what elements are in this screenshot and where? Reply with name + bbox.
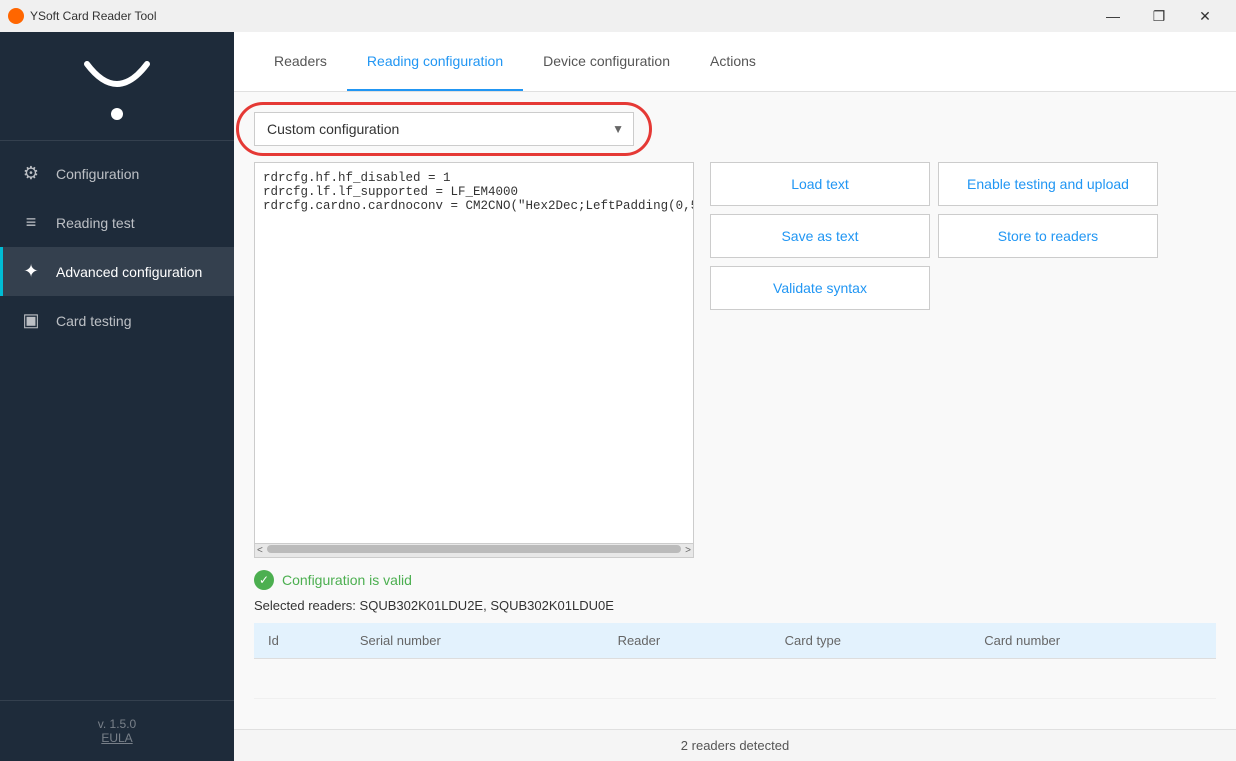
col-serial-number: Serial number: [346, 623, 604, 659]
maximize-button[interactable]: ❐: [1136, 0, 1182, 32]
editor-empty-space: [255, 383, 693, 543]
close-button[interactable]: ✕: [1182, 0, 1228, 32]
col-id: Id: [254, 623, 346, 659]
scroll-right-icon[interactable]: >: [685, 545, 691, 556]
config-dropdown[interactable]: Custom configuration Default configurati…: [254, 112, 634, 146]
table-empty-row-1: [254, 659, 1216, 699]
selected-readers-label: Selected readers:: [254, 598, 356, 613]
table-head: Id Serial number Reader Card type Card n…: [254, 623, 1216, 659]
empty-cell-2: [254, 699, 1216, 730]
validate-syntax-button[interactable]: Validate syntax: [710, 266, 930, 310]
sidebar-item-card-testing[interactable]: ▣ Card testing: [0, 296, 234, 345]
editor-line-3: rdrcfg.cardno.cardnoconv = CM2CNO("Hex2D…: [263, 199, 685, 213]
statusbar-text: 2 readers detected: [681, 738, 789, 753]
content-area: Readers Reading configuration Device con…: [234, 32, 1236, 761]
table-empty-row-2: [254, 699, 1216, 730]
tab-device-configuration[interactable]: Device configuration: [523, 32, 690, 91]
app-title: YSoft Card Reader Tool: [30, 9, 1090, 23]
validation-success-icon: ✓: [254, 570, 274, 590]
statusbar: 2 readers detected: [234, 729, 1236, 761]
sidebar-logo: [0, 32, 234, 140]
col-reader: Reader: [604, 623, 771, 659]
sidebar-item-reading-test[interactable]: ≡ Reading test: [0, 198, 234, 247]
action-btn-row-2: Save as text Store to readers: [710, 214, 1158, 258]
tab-reading-configuration[interactable]: Reading configuration: [347, 32, 523, 91]
logo-icon: [77, 56, 157, 108]
action-btn-row-1: Load text Enable testing and upload: [710, 162, 1158, 206]
scrollbar-arrows: < >: [257, 545, 691, 556]
sidebar-item-advanced-configuration-label: Advanced configuration: [56, 264, 202, 280]
action-btn-row-3: Validate syntax: [710, 266, 1158, 310]
validation-row: ✓ Configuration is valid: [254, 570, 1216, 590]
window-controls: — ❐ ✕: [1090, 0, 1228, 32]
editor-scrollbar[interactable]: < >: [255, 543, 693, 557]
table-header-row: Id Serial number Reader Card type Card n…: [254, 623, 1216, 659]
sidebar-item-configuration-label: Configuration: [56, 166, 139, 182]
sidebar: ⚙ Configuration ≡ Reading test ✦ Advance…: [0, 32, 234, 761]
save-as-text-button[interactable]: Save as text: [710, 214, 930, 258]
store-to-readers-button[interactable]: Store to readers: [938, 214, 1158, 258]
editor-row: rdrcfg.hf.hf_disabled = 1 rdrcfg.lf.lf_s…: [254, 162, 1216, 558]
minimize-button[interactable]: —: [1090, 0, 1136, 32]
empty-cell: [254, 659, 1216, 699]
enable-testing-button[interactable]: Enable testing and upload: [938, 162, 1158, 206]
sidebar-item-advanced-configuration[interactable]: ✦ Advanced configuration: [0, 247, 234, 296]
readers-table: Id Serial number Reader Card type Card n…: [254, 623, 1216, 729]
logo-dot: [111, 108, 123, 120]
app-icon: [8, 8, 24, 24]
dropdown-wrapper: Custom configuration Default configurati…: [254, 112, 634, 146]
reading-test-icon: ≡: [20, 212, 42, 233]
sidebar-divider: [0, 140, 234, 141]
gear-icon: ⚙: [20, 163, 42, 184]
sidebar-bottom: v. 1.5.0 EULA: [0, 700, 234, 761]
sidebar-item-card-testing-label: Card testing: [56, 313, 131, 329]
card-testing-icon: ▣: [20, 310, 42, 331]
selected-readers: Selected readers: SQUB302K01LDU2E, SQUB3…: [254, 598, 1216, 613]
titlebar: YSoft Card Reader Tool — ❐ ✕: [0, 0, 1236, 32]
content-body: Custom configuration Default configurati…: [234, 92, 1236, 729]
sidebar-item-reading-test-label: Reading test: [56, 215, 135, 231]
sidebar-item-configuration[interactable]: ⚙ Configuration: [0, 149, 234, 198]
config-row: Custom configuration Default configurati…: [254, 112, 1216, 146]
tab-readers[interactable]: Readers: [254, 32, 347, 91]
scroll-left-icon[interactable]: <: [257, 545, 263, 556]
table-body: [254, 659, 1216, 730]
eula-label[interactable]: EULA: [16, 731, 218, 745]
selected-readers-value: SQUB302K01LDU2E, SQUB302K01LDU0E: [360, 598, 614, 613]
editor-content[interactable]: rdrcfg.hf.hf_disabled = 1 rdrcfg.lf.lf_s…: [255, 163, 693, 383]
version-label: v. 1.5.0: [16, 717, 218, 731]
config-editor[interactable]: rdrcfg.hf.hf_disabled = 1 rdrcfg.lf.lf_s…: [254, 162, 694, 558]
tabs-bar: Readers Reading configuration Device con…: [234, 32, 1236, 92]
load-text-button[interactable]: Load text: [710, 162, 930, 206]
tab-actions[interactable]: Actions: [690, 32, 776, 91]
validation-text: Configuration is valid: [282, 572, 412, 588]
main-layout: ⚙ Configuration ≡ Reading test ✦ Advance…: [0, 32, 1236, 761]
action-buttons: Load text Enable testing and upload Save…: [710, 162, 1158, 318]
advanced-config-icon: ✦: [20, 261, 42, 282]
col-card-type: Card type: [771, 623, 971, 659]
editor-line-1: rdrcfg.hf.hf_disabled = 1: [263, 171, 685, 185]
scrollbar-thumb[interactable]: [267, 545, 681, 553]
editor-line-2: rdrcfg.lf.lf_supported = LF_EM4000: [263, 185, 685, 199]
col-card-number: Card number: [970, 623, 1216, 659]
